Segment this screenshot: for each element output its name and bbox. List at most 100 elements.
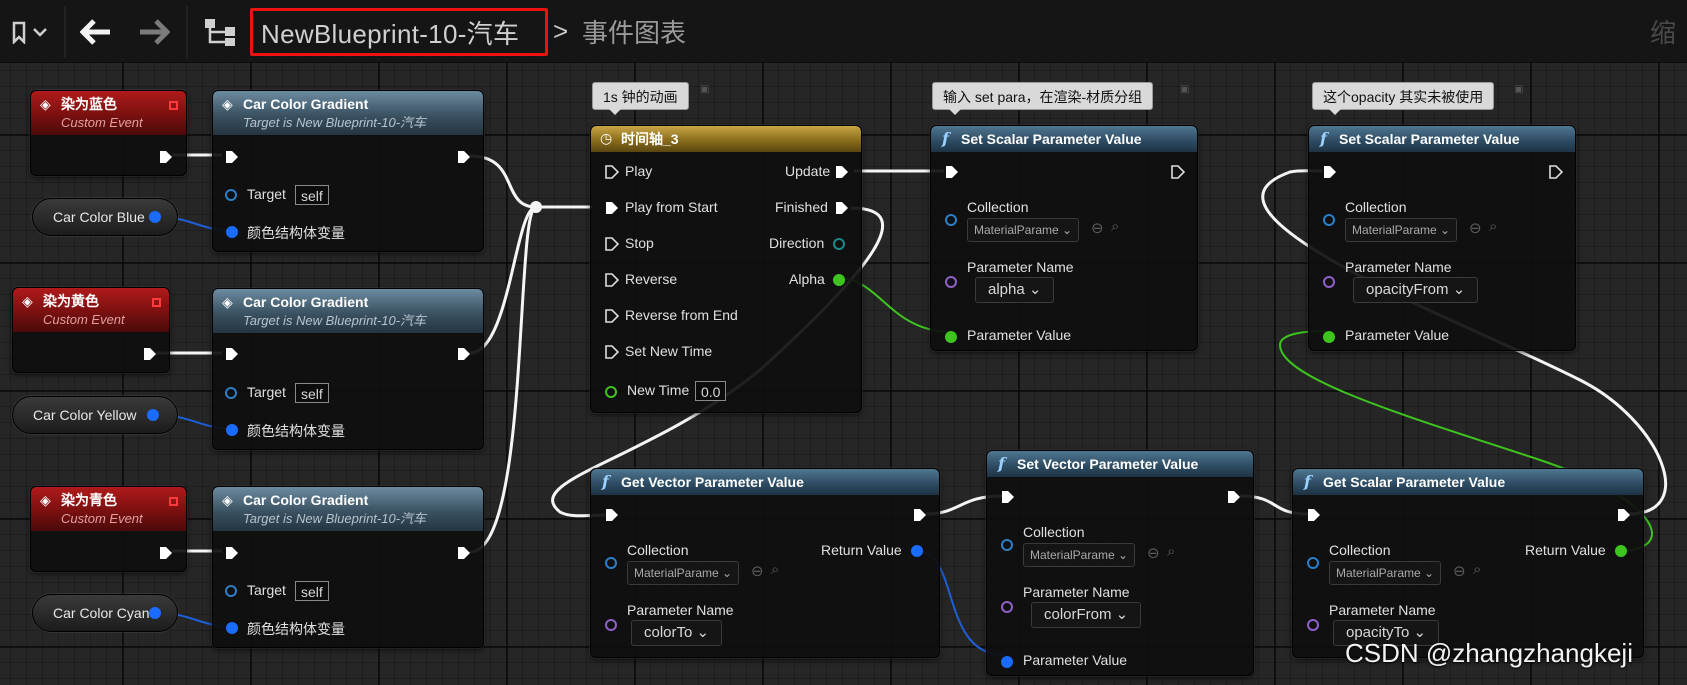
exec-out-pin[interactable]	[457, 546, 471, 560]
comment-set-scalar-2[interactable]: 这个opacity 其实未被使用	[1312, 82, 1495, 115]
comment-set-scalar-1[interactable]: 输入 set para，在渲染-材质分组	[932, 82, 1154, 115]
struct-in-pin[interactable]	[226, 622, 238, 634]
exec-in-pin[interactable]	[1323, 165, 1337, 179]
variable-car-color-cyan[interactable]: Car Color Cyan	[32, 594, 178, 632]
target-pin[interactable]	[225, 387, 237, 399]
struct-out-pin[interactable]	[147, 409, 159, 421]
car-color-gradient-node-2[interactable]: ◈ Car Color Gradient Target is New Bluep…	[212, 288, 484, 450]
browse-arrow-icon[interactable]: ⊖	[751, 562, 764, 580]
comment-pin-icon[interactable]: ▣	[1514, 84, 1523, 95]
update-exec-pin[interactable]	[835, 165, 849, 179]
exec-out-pin[interactable]	[159, 150, 173, 164]
set-scalar-parameter-node-1[interactable]: f Set Scalar Parameter Value Collection …	[930, 125, 1198, 351]
get-vector-parameter-node[interactable]: f Get Vector Parameter Value Collection …	[590, 468, 940, 658]
parameter-value-pin[interactable]	[1001, 656, 1013, 668]
breadcrumb-current-blueprint[interactable]: NewBlueprint-10-汽车	[250, 8, 548, 56]
new-time-field[interactable]: 0.0	[695, 381, 727, 401]
target-self-field[interactable]: self	[295, 185, 329, 205]
collection-dropdown[interactable]: MaterialParame ⌄	[627, 561, 740, 585]
parameter-name-pin[interactable]	[945, 276, 957, 288]
collection-pin[interactable]	[1307, 557, 1319, 569]
return-value-pin[interactable]	[911, 545, 923, 557]
parameter-name-pin[interactable]	[605, 619, 617, 631]
parameter-name-pin[interactable]	[1307, 619, 1319, 631]
delegate-pin-icon[interactable]	[169, 497, 178, 506]
browse-arrow-icon[interactable]: ⊖	[1453, 562, 1466, 580]
exec-out-pin[interactable]	[1171, 165, 1185, 179]
parameter-value-pin[interactable]	[945, 331, 957, 343]
browse-arrow-icon[interactable]: ⊖	[1469, 219, 1482, 237]
reverse-from-end-exec-pin[interactable]	[605, 309, 619, 323]
direction-pin[interactable]	[833, 238, 845, 250]
collection-dropdown[interactable]: MaterialParame ⌄	[1329, 561, 1442, 585]
collection-pin[interactable]	[1323, 214, 1335, 226]
parameter-name-pin[interactable]	[1001, 601, 1013, 613]
return-value-pin[interactable]	[1615, 545, 1627, 557]
search-icon[interactable]: ⌕	[1111, 218, 1119, 235]
collection-pin[interactable]	[945, 214, 957, 226]
collection-dropdown[interactable]: MaterialParame ⌄	[967, 218, 1080, 242]
search-icon[interactable]: ⌕	[1473, 561, 1481, 578]
collection-dropdown[interactable]: MaterialParame ⌄	[1345, 218, 1458, 242]
browse-arrow-icon[interactable]: ⊖	[1147, 544, 1160, 562]
back-button[interactable]	[76, 12, 116, 52]
exec-in-pin[interactable]	[225, 546, 239, 560]
play-exec-pin[interactable]	[605, 165, 619, 179]
set-vector-parameter-node[interactable]: f Set Vector Parameter Value Collection …	[986, 450, 1254, 676]
finished-exec-pin[interactable]	[835, 201, 849, 215]
parameter-name-dropdown[interactable]: opacityFrom ⌄	[1353, 277, 1479, 303]
target-pin[interactable]	[225, 189, 237, 201]
custom-event-node-yellow[interactable]: ◈ 染为黄色 Custom Event	[12, 287, 170, 373]
reverse-exec-pin[interactable]	[605, 273, 619, 287]
delegate-pin-icon[interactable]	[169, 101, 178, 110]
custom-event-node-cyan[interactable]: ◈ 染为青色 Custom Event	[30, 486, 187, 572]
collection-dropdown[interactable]: MaterialParame ⌄	[1023, 543, 1136, 567]
exec-in-pin[interactable]	[225, 150, 239, 164]
get-scalar-parameter-node[interactable]: f Get Scalar Parameter Value Collection …	[1292, 468, 1644, 658]
parameter-name-dropdown[interactable]: colorFrom ⌄	[1031, 602, 1142, 628]
bookmark-menu-button[interactable]	[4, 12, 56, 52]
breadcrumb-event-graph[interactable]: 事件图表	[582, 13, 686, 50]
exec-in-pin[interactable]	[605, 508, 619, 522]
exec-out-pin[interactable]	[143, 347, 157, 361]
search-icon[interactable]: ⌕	[1167, 543, 1175, 560]
exec-in-pin[interactable]	[945, 165, 959, 179]
parameter-value-pin[interactable]	[1323, 331, 1335, 343]
set-scalar-parameter-node-2[interactable]: f Set Scalar Parameter Value Collection …	[1308, 125, 1576, 351]
search-icon[interactable]: ⌕	[771, 561, 779, 578]
new-time-pin[interactable]	[605, 386, 617, 398]
delegate-pin-icon[interactable]	[152, 298, 161, 307]
target-self-field[interactable]: self	[295, 581, 329, 601]
play-from-start-exec-pin[interactable]	[605, 201, 619, 215]
struct-in-pin[interactable]	[226, 424, 238, 436]
graph-type-button[interactable]	[200, 12, 240, 52]
parameter-name-dropdown[interactable]: colorTo ⌄	[631, 620, 723, 646]
parameter-name-pin[interactable]	[1323, 276, 1335, 288]
exec-in-pin[interactable]	[1307, 508, 1321, 522]
parameter-name-dropdown[interactable]: alpha ⌄	[975, 277, 1055, 303]
exec-out-pin[interactable]	[1617, 508, 1631, 522]
target-pin[interactable]	[225, 585, 237, 597]
car-color-gradient-node-3[interactable]: ◈ Car Color Gradient Target is New Bluep…	[212, 486, 484, 648]
struct-out-pin[interactable]	[149, 607, 161, 619]
stop-exec-pin[interactable]	[605, 237, 619, 251]
target-self-field[interactable]: self	[295, 383, 329, 403]
exec-out-pin[interactable]	[159, 546, 173, 560]
search-icon[interactable]: ⌕	[1489, 218, 1497, 235]
timeline-node[interactable]: ◷ 时间轴_3 Play Play from Start Stop Revers…	[590, 125, 862, 413]
exec-in-pin[interactable]	[225, 347, 239, 361]
exec-in-pin[interactable]	[1001, 490, 1015, 504]
comment-timeline[interactable]: 1s 钟的动画	[592, 82, 689, 115]
struct-in-pin[interactable]	[226, 226, 238, 238]
exec-out-pin[interactable]	[1227, 490, 1241, 504]
custom-event-node-blue[interactable]: ◈ 染为蓝色 Custom Event	[30, 90, 187, 176]
alpha-pin[interactable]	[833, 274, 845, 286]
exec-out-pin[interactable]	[913, 508, 927, 522]
car-color-gradient-node-1[interactable]: ◈ Car Color Gradient Target is New Bluep…	[212, 90, 484, 252]
comment-pin-icon[interactable]: ▣	[1180, 84, 1189, 95]
exec-out-pin[interactable]	[1549, 165, 1563, 179]
collection-pin[interactable]	[605, 557, 617, 569]
set-new-time-exec-pin[interactable]	[605, 345, 619, 359]
comment-pin-icon[interactable]: ▣	[700, 84, 709, 95]
collection-pin[interactable]	[1001, 539, 1013, 551]
